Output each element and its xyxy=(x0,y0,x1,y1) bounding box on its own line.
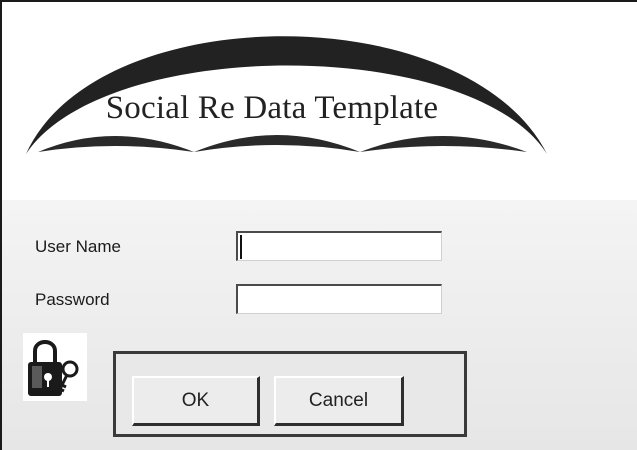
username-label: User Name xyxy=(35,237,121,256)
ok-button[interactable]: OK xyxy=(132,376,260,426)
banner-title: Social Re Data Template xyxy=(105,90,439,126)
cancel-button[interactable]: Cancel xyxy=(274,376,404,426)
lock-icon xyxy=(23,333,87,401)
username-input[interactable] xyxy=(236,231,442,261)
login-dialog: Social Re Data Template User Name Passwo… xyxy=(0,0,637,450)
banner: Social Re Data Template xyxy=(2,2,637,202)
password-input[interactable] xyxy=(236,284,442,314)
text-cursor xyxy=(240,235,242,259)
button-group: OK Cancel xyxy=(113,351,467,437)
password-label: Password xyxy=(35,290,110,309)
